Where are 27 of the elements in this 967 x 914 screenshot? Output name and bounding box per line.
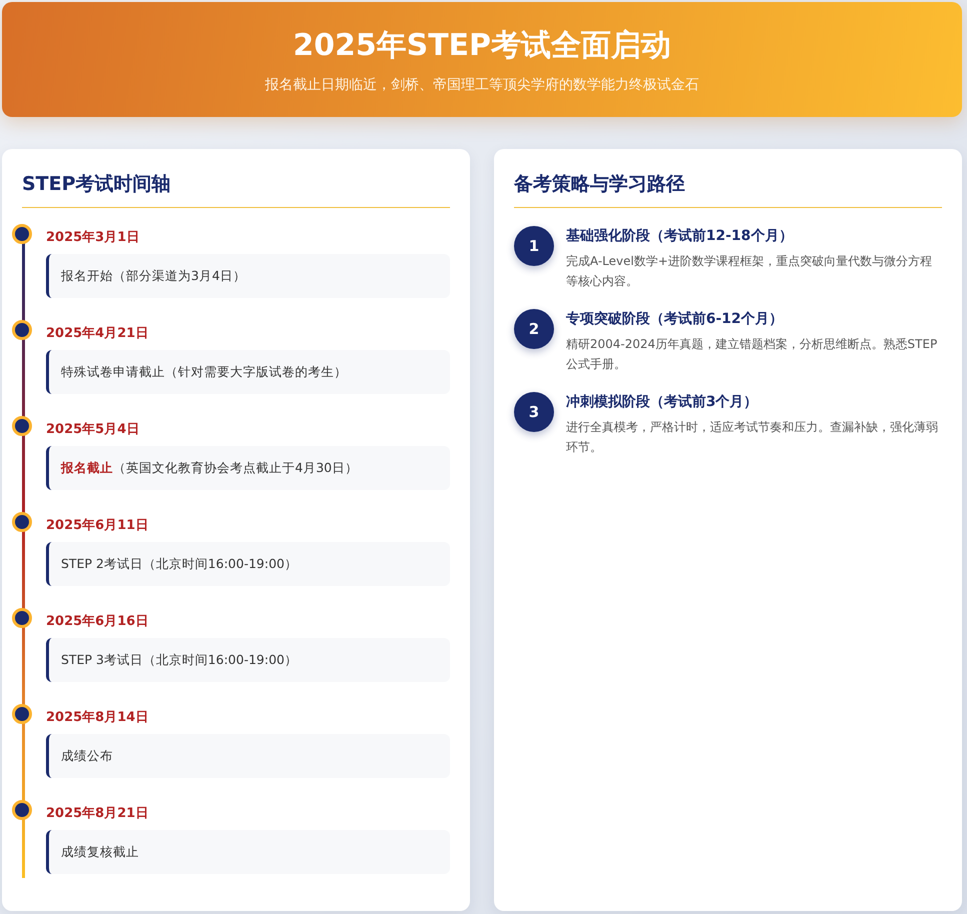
step-title: 冲刺模拟阶段（考试前3个月） (566, 393, 759, 411)
step-number: 3 (514, 392, 554, 432)
page-title: 2025年STEP考试全面启动 (292, 27, 672, 65)
event-date: 2025年8月21日 (46, 806, 148, 822)
step-description: 进行全真模考，严格计时，适应考试节奏和压力。查漏补缺，强化薄弱环节。 (566, 419, 939, 456)
event-date: 2025年8月14日 (46, 710, 148, 726)
event-description: 成绩复核截止 (46, 830, 450, 874)
event-date: 2025年3月1日 (46, 230, 140, 246)
section-title: 备考策略与学习路径 (514, 171, 942, 208)
event-description: 报名截止（英国文化教育协会考点截止于4月30日） (46, 446, 450, 490)
event-description: STEP 2考试日（北京时间16:00-19:00） (46, 542, 450, 586)
page-subtitle: 报名截止日期临近，剑桥、帝国理工等顶尖学府的数学能力终极试金石 (265, 76, 699, 94)
step-number: 2 (514, 309, 554, 349)
event-date: 2025年4月21日 (46, 326, 148, 342)
event-date: 2025年6月16日 (46, 614, 148, 630)
step-title: 专项突破阶段（考试前6-12个月） (566, 310, 784, 328)
event-description: 成绩公布 (46, 734, 450, 778)
event-description: STEP 3考试日（北京时间16:00-19:00） (46, 638, 450, 682)
event-description: 报名开始（部分渠道为3月4日） (46, 254, 450, 298)
event-description: 特殊试卷申请截止（针对需要大字版试卷的考生） (46, 350, 450, 394)
section-title: STEP考试时间轴 (22, 171, 450, 208)
step-number: 1 (514, 226, 554, 266)
event-date: 2025年5月4日 (46, 422, 140, 438)
step-description: 完成A-Level数学+进阶数学课程框架，重点突破向量代数与微分方程等核心内容。 (566, 253, 934, 290)
step-title: 基础强化阶段（考试前12-18个月） (566, 227, 794, 245)
event-date: 2025年6月11日 (46, 518, 148, 534)
step-description: 精研2004-2024历年真题，建立错题档案，分析思维断点。熟悉STEP公式手册。 (566, 336, 938, 373)
